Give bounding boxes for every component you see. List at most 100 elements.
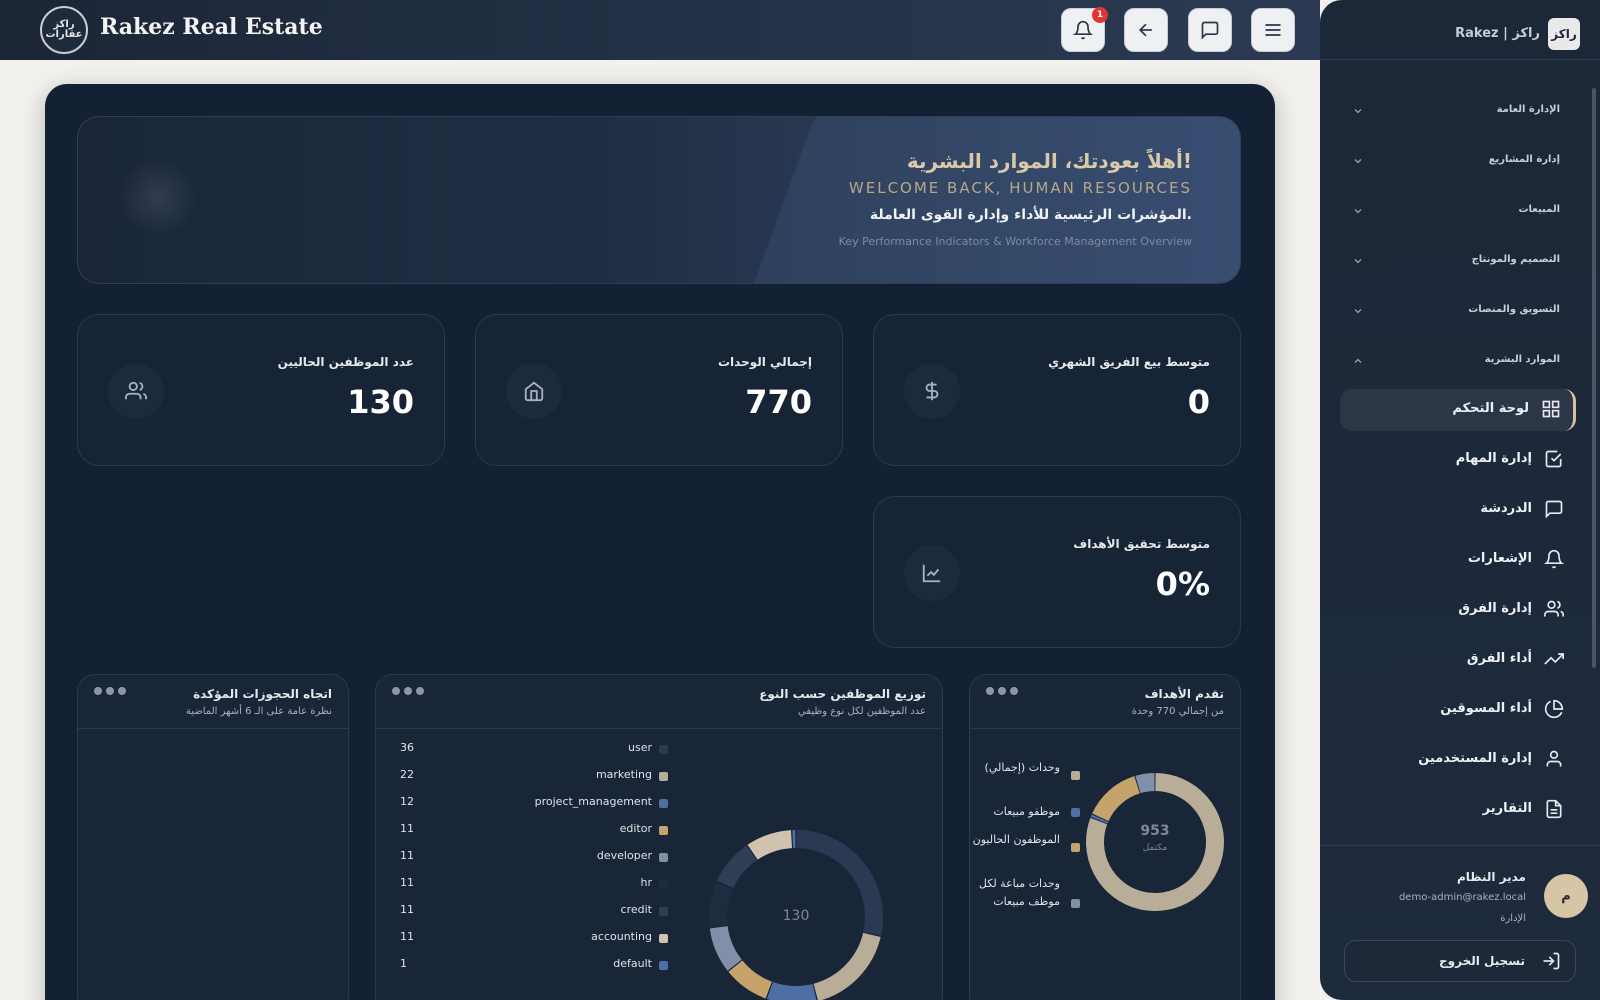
sidebar-item[interactable]: التقارير <box>1340 789 1576 831</box>
employee-type-label: accounting <box>591 930 652 943</box>
chevron-down-icon[interactable] <box>1352 105 1364 117</box>
chevron-down-icon[interactable] <box>1352 205 1364 217</box>
sidebar-item[interactable]: أداء المسوقين <box>1340 689 1576 731</box>
donut-slice <box>716 845 757 889</box>
employee-type-swatch <box>659 907 668 916</box>
donut-slice <box>1090 814 1109 824</box>
card-title: توزيع الموظفين حسب النوع <box>759 687 926 701</box>
employee-type-label: marketing <box>595 768 652 781</box>
legend-item: وحدات (إجمالي) <box>984 761 1060 774</box>
goals-donut-chart <box>1086 773 1224 911</box>
welcome-subtitle: WELCOME BACK, HUMAN RESOURCES <box>848 179 1192 197</box>
logout-icon <box>1543 952 1560 970</box>
menu-icon <box>1265 24 1281 36</box>
donut-slice <box>709 925 742 971</box>
sidebar-group[interactable]: التسويق والمنصات <box>1468 304 1560 315</box>
employee-type-swatch <box>659 961 668 970</box>
sidebar-scrollbar[interactable] <box>1592 88 1596 668</box>
employee-type-label: user <box>628 741 652 754</box>
card-header: اتجاه الحجوزات المؤكدة نظرة عامة على الـ… <box>78 675 348 729</box>
chevron-down-icon[interactable] <box>1352 155 1364 167</box>
sidebar-logo: راكز <box>1548 18 1580 50</box>
sidebar-item[interactable]: إدارة الفرق <box>1340 589 1576 631</box>
employee-type-count: 11 <box>400 930 414 943</box>
sidebar-item[interactable]: الدردشة <box>1340 489 1576 531</box>
stat-card-current-employees: عدد الموظفين الحاليين 130 <box>77 314 445 466</box>
goals-progress-card: تقدم الأهداف من إجمالي 770 وحدة وحدات (إ… <box>969 674 1241 1000</box>
chevron-up-icon[interactable] <box>1352 355 1364 367</box>
sidebar-group[interactable]: التصميم والمونتاج <box>1472 254 1560 265</box>
bell-icon <box>1544 549 1564 569</box>
notifications-button[interactable]: 1 <box>1061 7 1108 52</box>
users-icon <box>108 363 164 419</box>
employee-type-label: project_management <box>534 795 652 808</box>
employee-type-count: 22 <box>400 768 414 781</box>
donut-slice <box>747 830 793 860</box>
donut-slice <box>728 960 773 999</box>
stat-card-goal-achievement: متوسط تحقيق الأهداف 0% <box>873 496 1241 648</box>
home-icon <box>506 363 562 419</box>
employee-type-swatch <box>659 826 668 835</box>
grid-icon <box>1542 400 1560 418</box>
legend-swatch <box>1071 843 1080 852</box>
bell-icon <box>1073 20 1093 40</box>
legend-swatch <box>1071 899 1080 908</box>
avatar[interactable]: م <box>1544 874 1588 918</box>
card-header: تقدم الأهداف من إجمالي 770 وحدة <box>970 675 1240 729</box>
bookings-trend-card: اتجاه الحجوزات المؤكدة نظرة عامة على الـ… <box>77 674 349 1000</box>
stat-label: إجمالي الوحدات <box>717 355 812 369</box>
legend-item: موظفو مبيعات <box>993 805 1060 818</box>
sidebar-brand: Rakez | راكز <box>1455 26 1540 41</box>
messages-button[interactable] <box>1188 8 1232 52</box>
dollar-icon <box>904 363 960 419</box>
sidebar-item-label: لوحة التحكم <box>1452 401 1529 416</box>
sidebar-group[interactable]: إدارة المشاريع <box>1489 154 1560 165</box>
sidebar-item-label: الدردشة <box>1480 501 1532 516</box>
sidebar-group[interactable]: الموارد البشرية <box>1485 354 1560 365</box>
employee-type-label: credit <box>620 903 652 916</box>
legend-item: الموظفون الحاليون <box>972 833 1060 846</box>
sidebar-item[interactable]: لوحة التحكم <box>1340 389 1576 431</box>
card-title: تقدم الأهداف <box>1144 687 1224 701</box>
employee-type-label: default <box>613 957 652 970</box>
file-icon <box>1546 799 1562 819</box>
employee-type-swatch <box>659 799 668 808</box>
employee-type-count: 11 <box>400 822 414 835</box>
chevron-down-icon[interactable] <box>1352 305 1364 317</box>
sidebar-item[interactable]: أداء الفرق <box>1340 639 1576 681</box>
sidebar-item-label: إدارة المهام <box>1455 451 1532 466</box>
card-menu-dots[interactable] <box>392 687 424 695</box>
employee-type-count: 12 <box>400 795 414 808</box>
welcome-title: أهلاً بعودتك، الموارد البشرية! <box>906 149 1192 173</box>
card-subtitle: من إجمالي 770 وحدة <box>1131 706 1224 717</box>
sidebar-item[interactable]: الإشعارات <box>1340 539 1576 581</box>
pie-chart-icon <box>1544 699 1564 719</box>
card-menu-dots[interactable] <box>94 687 126 695</box>
user-role: الإدارة <box>1500 913 1526 924</box>
sidebar-group[interactable]: الإدارة العامة <box>1497 104 1560 115</box>
sidebar-item-label: أداء الفرق <box>1466 651 1532 666</box>
card-subtitle: نظرة عامة على الـ 6 أشهر الماضية <box>185 706 332 717</box>
trending-up-icon <box>1544 653 1564 665</box>
logout-button[interactable]: تسجيل الخروج <box>1344 940 1576 982</box>
donut-center-label: مكتمل <box>1142 843 1168 853</box>
sidebar-group[interactable]: المبيعات <box>1519 204 1561 215</box>
back-button[interactable] <box>1124 8 1168 52</box>
chevron-down-icon[interactable] <box>1352 255 1364 267</box>
stat-value: 0 <box>1187 383 1210 421</box>
welcome-description: المؤشرات الرئيسية للأداء وإدارة القوى ال… <box>869 207 1192 223</box>
sidebar-item[interactable]: إدارة المستخدمين <box>1340 739 1576 781</box>
stat-label: متوسط بيع الفريق الشهري <box>1048 355 1210 369</box>
employee-type-swatch <box>659 853 668 862</box>
top-bar: راكز عقارات Rakez Real Estate 1 <box>0 0 1320 60</box>
user-name: مدير النظام <box>1456 870 1526 884</box>
sidebar: راكز Rakez | راكز الإدارة العامة إدارة ال… <box>1320 0 1600 1000</box>
employee-type-swatch <box>659 772 668 781</box>
employee-type-swatch <box>659 745 668 754</box>
sidebar-item[interactable]: إدارة المهام <box>1340 439 1576 481</box>
arrow-left-icon <box>1138 23 1152 37</box>
employee-type-swatch <box>659 880 668 889</box>
card-menu-dots[interactable] <box>986 687 1018 695</box>
menu-button[interactable] <box>1251 8 1295 52</box>
employee-type-label: editor <box>619 822 652 835</box>
